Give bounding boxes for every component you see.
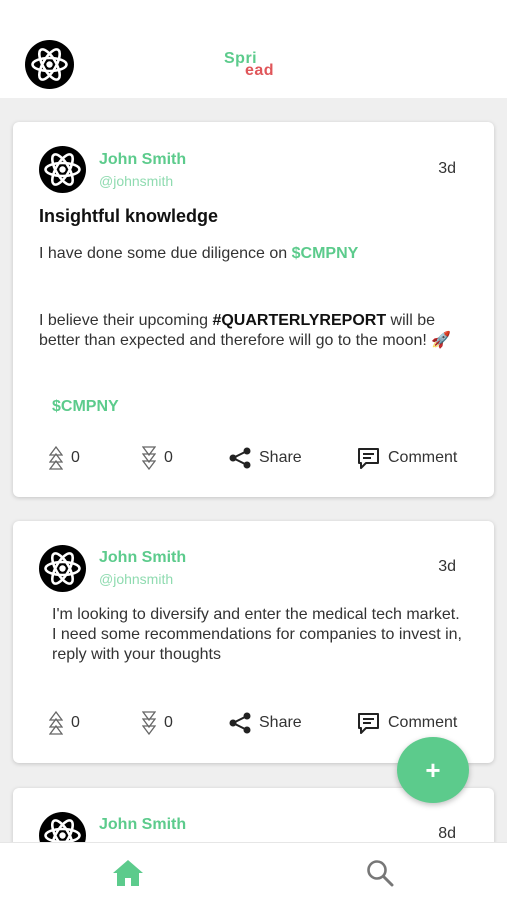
app-logo: Spri ead [224,50,294,84]
atom-icon [44,150,81,189]
comment-button[interactable]: Comment [357,443,457,473]
downvote-icon [142,711,156,735]
downvote-count: 0 [164,714,173,731]
atom-icon [31,45,68,84]
post-age: 8d [438,825,456,842]
upvote-icon [49,711,63,735]
comment-label: Comment [388,714,458,731]
plus-icon: + [425,754,441,785]
upvote-count: 0 [71,449,80,466]
post-body-paragraph: I believe their upcoming #QUARTERLYREPOR… [39,311,469,351]
body-text: I'm looking to diversify and enter the m… [52,606,460,623]
comment-icon [358,447,379,469]
atom-icon [44,816,81,842]
upvote-button[interactable]: 0 [49,443,80,473]
nav-home-tab[interactable] [111,857,145,889]
share-icon [229,447,251,469]
post-title: Insightful knowledge [39,206,218,226]
share-label: Share [259,449,302,466]
author-name[interactable]: John Smith [99,151,186,169]
post-card[interactable]: John Smith @johnsmith 3d Insightful know… [13,122,494,497]
ticker-tag[interactable]: $CMPNY [52,398,119,416]
author-name[interactable]: John Smith [99,549,186,567]
downvote-button[interactable]: 0 [142,708,173,738]
post-body-paragraph: I'm looking to diversify and enter the m… [52,605,472,665]
author-handle: @johnsmith [99,571,174,587]
post-age: 3d [438,558,456,575]
share-button[interactable]: Share [229,443,302,473]
upvote-count: 0 [71,714,80,731]
downvote-count: 0 [164,449,173,466]
share-label: Share [259,714,302,731]
post-actions: 0 0 Share Comment [13,708,494,738]
atom-icon [44,549,81,588]
app-header: Spri ead [0,0,507,98]
upvote-icon [49,446,63,470]
author-avatar[interactable] [39,146,86,193]
hashtag-link[interactable]: #QUARTERLYREPORT [212,312,386,329]
body-text: I believe their upcoming [39,312,213,329]
post-feed[interactable]: John Smith @johnsmith 3d Insightful know… [0,98,507,842]
post-body-paragraph: I have done some due diligence on $CMPNY [39,244,469,264]
ticker-link[interactable]: $CMPNY [292,245,359,262]
comment-icon [358,712,379,734]
upvote-button[interactable]: 0 [49,708,80,738]
search-icon [367,860,394,887]
share-icon [229,712,251,734]
new-post-button[interactable]: + [397,737,469,803]
downvote-icon [142,446,156,470]
post-card[interactable]: John Smith @johnsmith 3d I'm looking to … [13,521,494,763]
bottom-navigation [0,842,507,900]
comment-label: Comment [388,449,458,466]
home-icon [113,860,143,886]
nav-search-tab[interactable] [363,857,397,889]
post-actions: 0 0 Share Comment [13,443,494,473]
downvote-button[interactable]: 0 [142,443,173,473]
share-button[interactable]: Share [229,708,302,738]
post-age: 3d [438,160,456,177]
comment-button[interactable]: Comment [357,708,457,738]
profile-avatar[interactable] [25,40,74,89]
logo-text-bottom: ead [245,62,275,79]
author-handle: @johnsmith [99,173,174,189]
author-avatar[interactable] [39,812,86,842]
body-text: I need some recommendations for companie… [52,626,462,663]
author-name[interactable]: John Smith [99,816,186,834]
body-text: I have done some due diligence on [39,245,292,262]
author-avatar[interactable] [39,545,86,592]
